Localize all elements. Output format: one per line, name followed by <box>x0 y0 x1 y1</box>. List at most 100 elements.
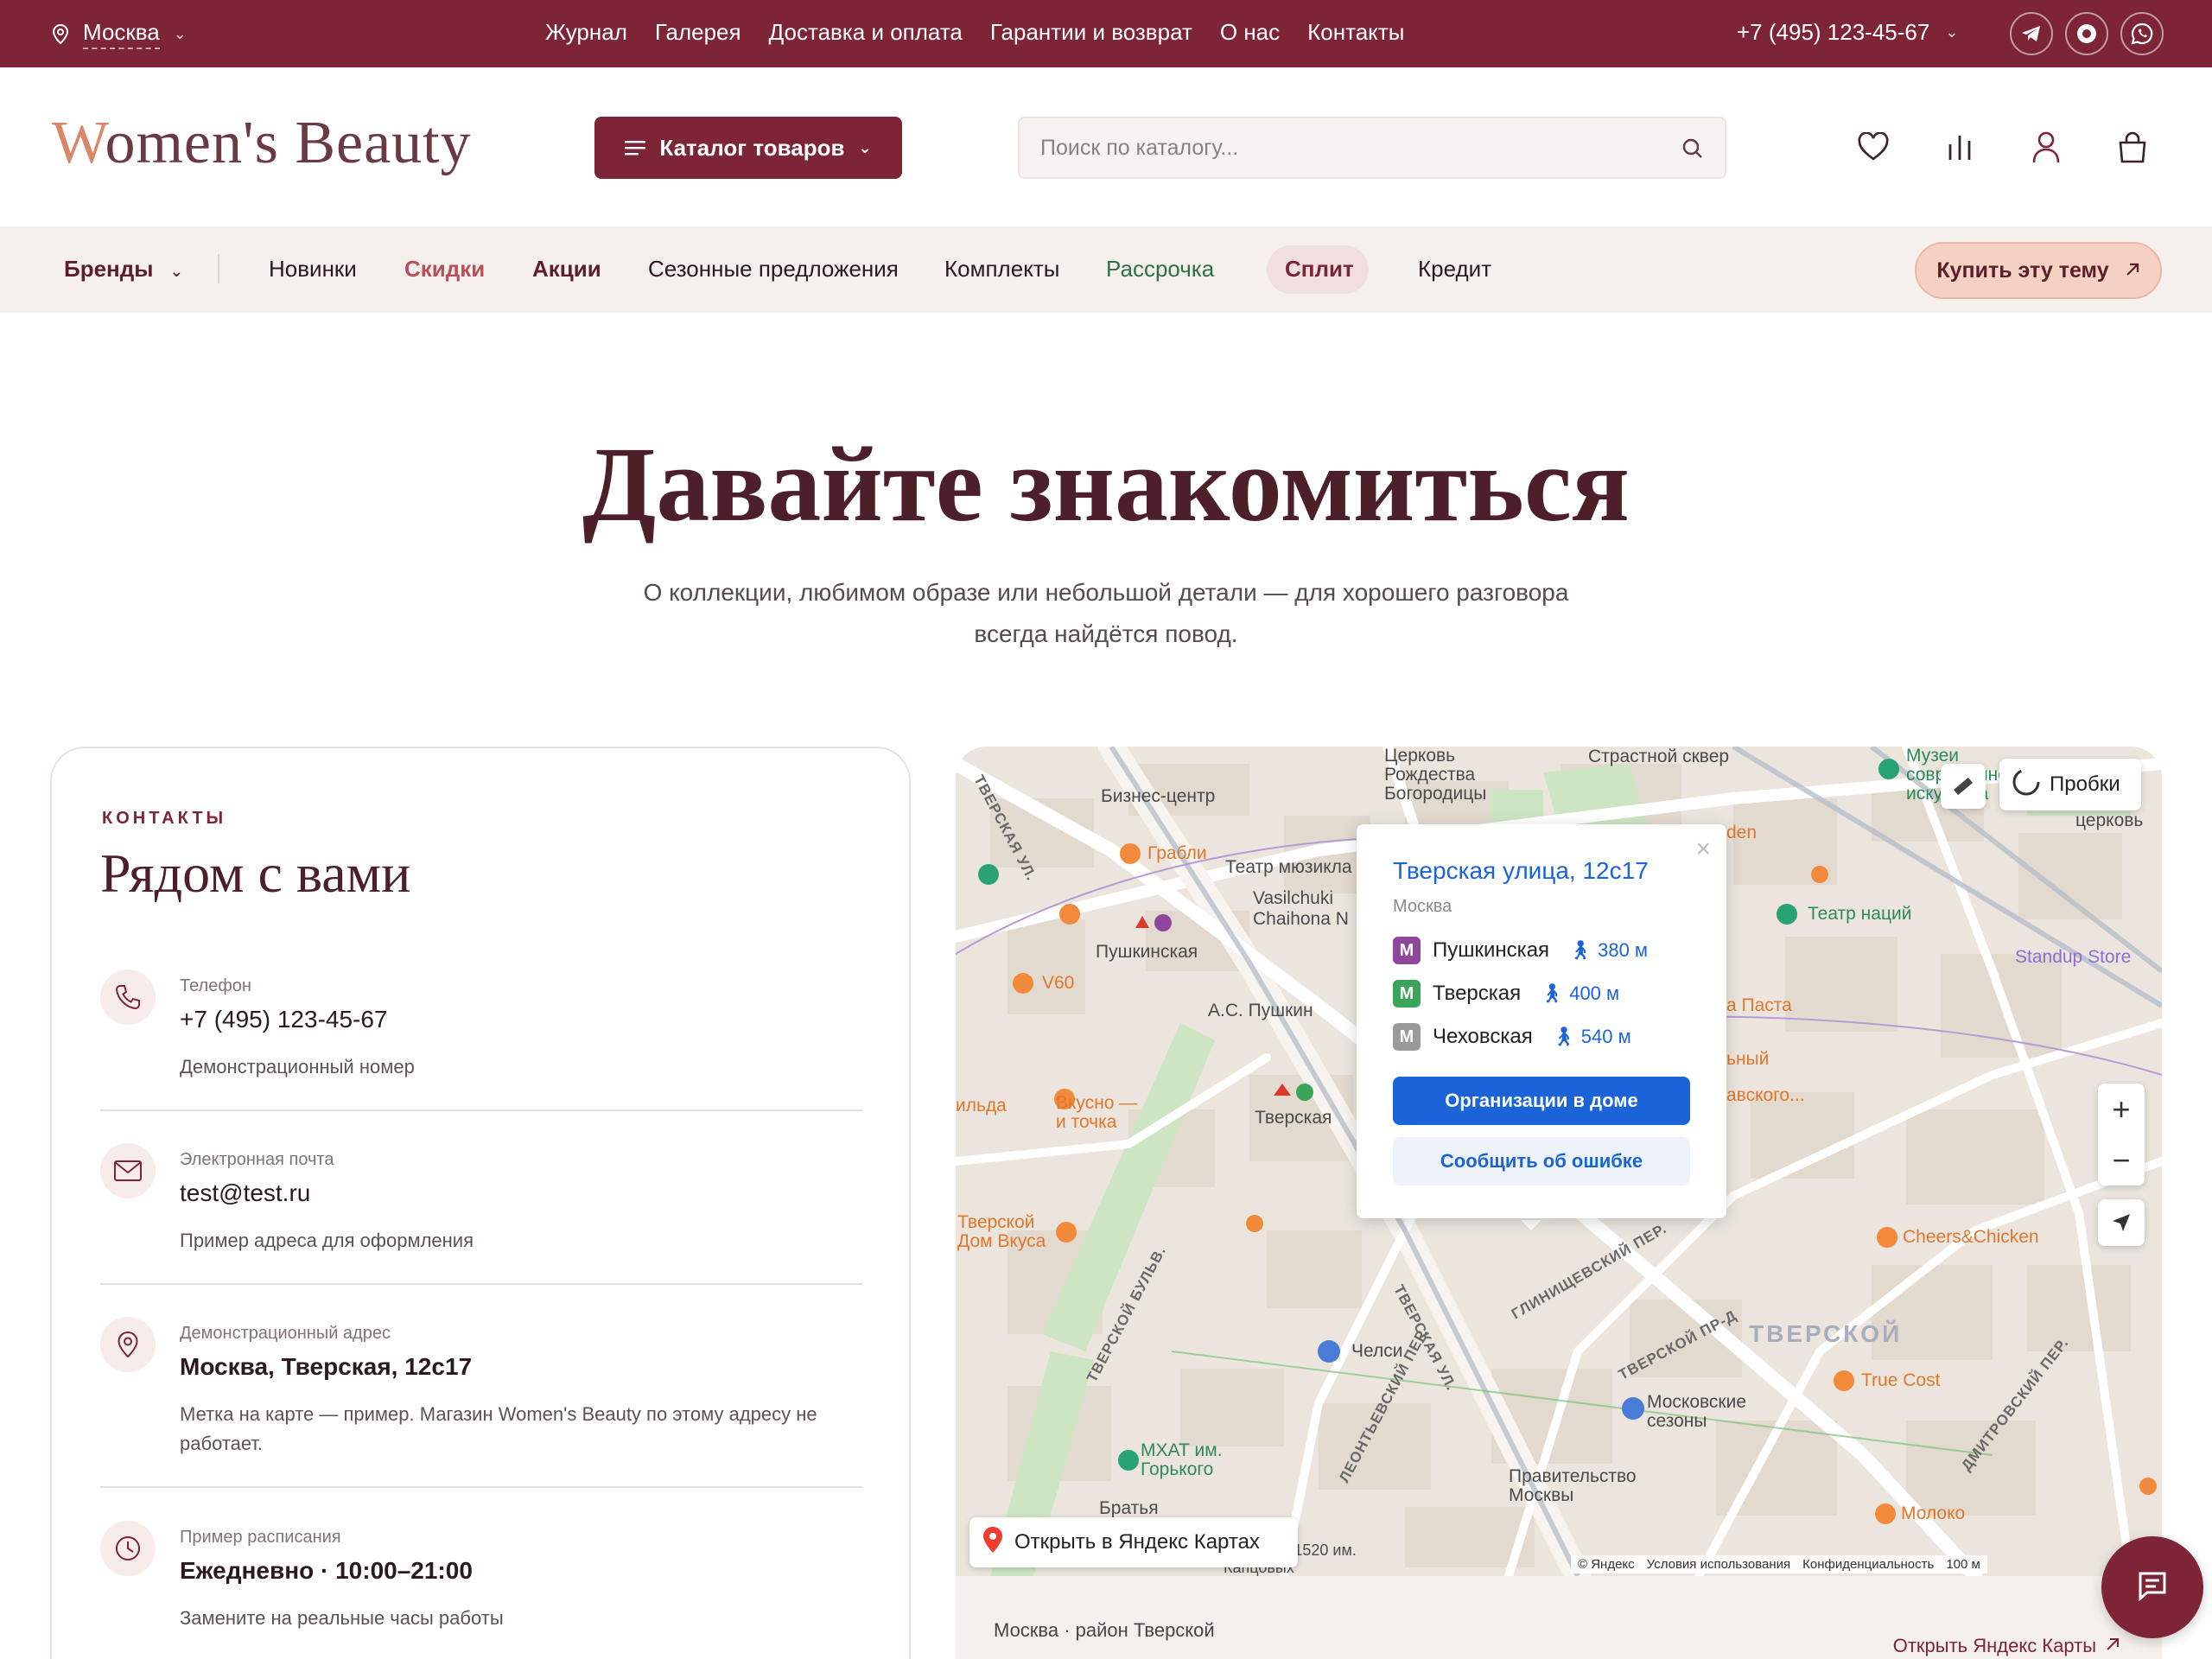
chat-button[interactable] <box>2101 1536 2203 1638</box>
open-in-yandex-label: Открыть в Яндекс Картах <box>1014 1530 1260 1554</box>
map-label: Страстной сквер <box>1588 747 1730 766</box>
orgs-in-building-button[interactable]: Организации в доме <box>1393 1077 1690 1125</box>
nav-seasonal[interactable]: Сезонные предложения <box>648 256 899 283</box>
location-pin-icon <box>52 23 69 45</box>
map-label: авского... <box>1726 1085 1805 1105</box>
search-icon[interactable] <box>1680 136 1706 166</box>
map-label: Правительство Москвы <box>1509 1466 1637 1505</box>
topnav-gallery[interactable]: Галерея <box>655 19 741 46</box>
open-yandex-maps-link[interactable]: Открыть Яндекс Карты <box>1893 1635 2120 1657</box>
zoom-control: + − <box>2098 1084 2145 1185</box>
nav-new[interactable]: Новинки <box>269 256 357 283</box>
header-actions <box>1856 128 2150 166</box>
phone-selector[interactable]: +7 (495) 123-45-67 ⌄ <box>1737 19 1958 46</box>
telegram-icon[interactable] <box>2010 12 2053 55</box>
distance-value: 380 м <box>1598 939 1649 961</box>
map-label: Бизнес-центр <box>1101 786 1216 806</box>
heart-icon[interactable] <box>1856 128 1891 166</box>
contacts-kicker: КОНТАКТЫ <box>102 809 227 828</box>
map-label: Грабли <box>1147 843 1207 863</box>
nav-promos[interactable]: Акции <box>532 256 601 283</box>
topnav-about[interactable]: О нас <box>1220 19 1280 46</box>
metro-icon: M <box>1393 937 1421 964</box>
buy-theme-label: Купить эту тему <box>1936 257 2109 283</box>
privacy-link[interactable]: Конфиденциальность <box>1802 1557 1934 1572</box>
open-yandex-maps-label: Открыть Яндекс Карты <box>1892 1635 2096 1656</box>
geolocation-icon[interactable] <box>2098 1199 2145 1246</box>
contact-label: Телефон <box>180 976 251 995</box>
zoom-out-button[interactable]: − <box>2098 1135 2145 1185</box>
main-header: Women's Beauty Каталог товаров ⌄ <box>0 67 2212 226</box>
contact-phone-row: Телефон +7 (495) 123-45-67 Демонстрацион… <box>100 969 862 1142</box>
metro-name: Тверская <box>1433 982 1522 1005</box>
zoom-in-button[interactable]: + <box>2098 1084 2145 1135</box>
buy-theme-button[interactable]: Купить эту тему <box>1915 242 2162 299</box>
contact-note: Демонстрационный номер <box>180 1056 415 1077</box>
walk-distance: 🚶︎ 540 м <box>1551 1026 1631 1047</box>
phone-number[interactable]: +7 (495) 123-45-67 <box>1737 19 1929 46</box>
top-nav: Журнал Галерея Доставка и оплата Гаранти… <box>545 19 1404 46</box>
traffic-icon <box>2012 767 2041 803</box>
max-messenger-icon[interactable] <box>2065 12 2108 55</box>
report-error-button[interactable]: Сообщить об ошибке <box>1393 1137 1690 1185</box>
terms-link[interactable]: Условия использования <box>1647 1557 1791 1572</box>
mail-icon <box>100 1143 156 1198</box>
open-in-yandex-button[interactable]: Открыть в Яндекс Картах <box>969 1517 1298 1567</box>
map-scale: 100 м <box>1946 1557 1980 1572</box>
city-label[interactable]: Москва <box>83 19 160 49</box>
popup-city: Москва <box>1393 897 1452 916</box>
chevron-down-icon: ⌄ <box>169 263 183 280</box>
city-selector[interactable]: Москва ⌄ <box>52 19 187 49</box>
logo-text: omen's Beauty <box>105 110 472 176</box>
map-label: Тверская <box>1255 1108 1332 1128</box>
map-label: Молоко <box>1901 1503 1966 1523</box>
catalog-label: Каталог товаров <box>659 134 845 161</box>
arrow-up-right-icon <box>2105 1635 2120 1657</box>
logo[interactable]: Women's Beauty <box>52 109 472 178</box>
contact-phone-value[interactable]: +7 (495) 123-45-67 <box>180 1006 388 1033</box>
user-icon[interactable] <box>2029 128 2063 166</box>
map-label: А.С. Пушкин <box>1208 1001 1313 1020</box>
search-input[interactable] <box>1020 118 1725 177</box>
topnav-journal[interactable]: Журнал <box>545 19 627 46</box>
distance-value: 400 м <box>1569 982 1620 1004</box>
map-label: Театр наций <box>1808 904 1912 924</box>
brands-dropdown[interactable]: Бренды ⌄ <box>64 256 183 283</box>
traffic-button[interactable]: Пробки <box>1999 759 2141 810</box>
nav-credit[interactable]: Кредит <box>1418 256 1491 283</box>
topnav-warranty[interactable]: Гарантии и возврат <box>990 19 1192 46</box>
map-label: Standup Store <box>2015 947 2132 967</box>
contact-email-value[interactable]: test@test.ru <box>180 1179 310 1207</box>
map-label: Vasilchuki Chaihona N <box>1253 888 1349 929</box>
catalog-button[interactable]: Каталог товаров ⌄ <box>594 117 902 179</box>
map-label: церковь <box>2075 810 2144 830</box>
topnav-contacts[interactable]: Контакты <box>1307 19 1404 46</box>
ruler-icon[interactable] <box>1941 764 1986 809</box>
map-footer: Москва · район Тверской Открыть Яндекс К… <box>956 1576 2162 1659</box>
cart-icon[interactable] <box>2115 128 2150 166</box>
close-icon[interactable]: × <box>1695 835 1711 864</box>
distance-value: 540 м <box>1580 1026 1631 1047</box>
map-label: Братья <box>1099 1498 1159 1518</box>
metro-item: M Тверская 🚶︎ 400 м <box>1393 980 1619 1007</box>
topnav-delivery[interactable]: Доставка и оплата <box>769 19 963 46</box>
map-pin-icon <box>982 1526 1004 1560</box>
metro-item: M Пушкинская 🚶︎ 380 м <box>1393 937 1648 964</box>
metro-name: Чеховская <box>1433 1025 1533 1048</box>
contact-label: Электронная почта <box>180 1150 334 1169</box>
map-copyright: © Яндекс Условия использования Конфиденц… <box>1571 1555 1987 1573</box>
nav-installment[interactable]: Рассрочка <box>1106 256 1214 283</box>
popup-title[interactable]: Тверская улица, 12с17 <box>1393 857 1649 885</box>
contact-hours-row: Пример расписания Ежедневно · 10:00–21:0… <box>100 1521 862 1659</box>
map-label: Театр мюзикла <box>1225 857 1352 877</box>
nav-split[interactable]: Сплит <box>1285 256 1354 283</box>
whatsapp-icon[interactable] <box>2120 12 2164 55</box>
page-title: Давайте знакомиться <box>582 425 1630 543</box>
yandex-map[interactable]: Бизнес-центр Церковь Рождества Богородиц… <box>956 747 2162 1576</box>
nav-discounts[interactable]: Скидки <box>404 256 485 283</box>
nav-sets[interactable]: Комплекты <box>944 256 1059 283</box>
address-popup: × Тверская улица, 12с17 Москва M Пушкинс… <box>1357 824 1726 1218</box>
walk-distance: 🚶︎ 380 м <box>1568 939 1649 961</box>
compare-icon[interactable] <box>1942 128 1977 166</box>
map-label: ильда <box>956 1096 1007 1116</box>
